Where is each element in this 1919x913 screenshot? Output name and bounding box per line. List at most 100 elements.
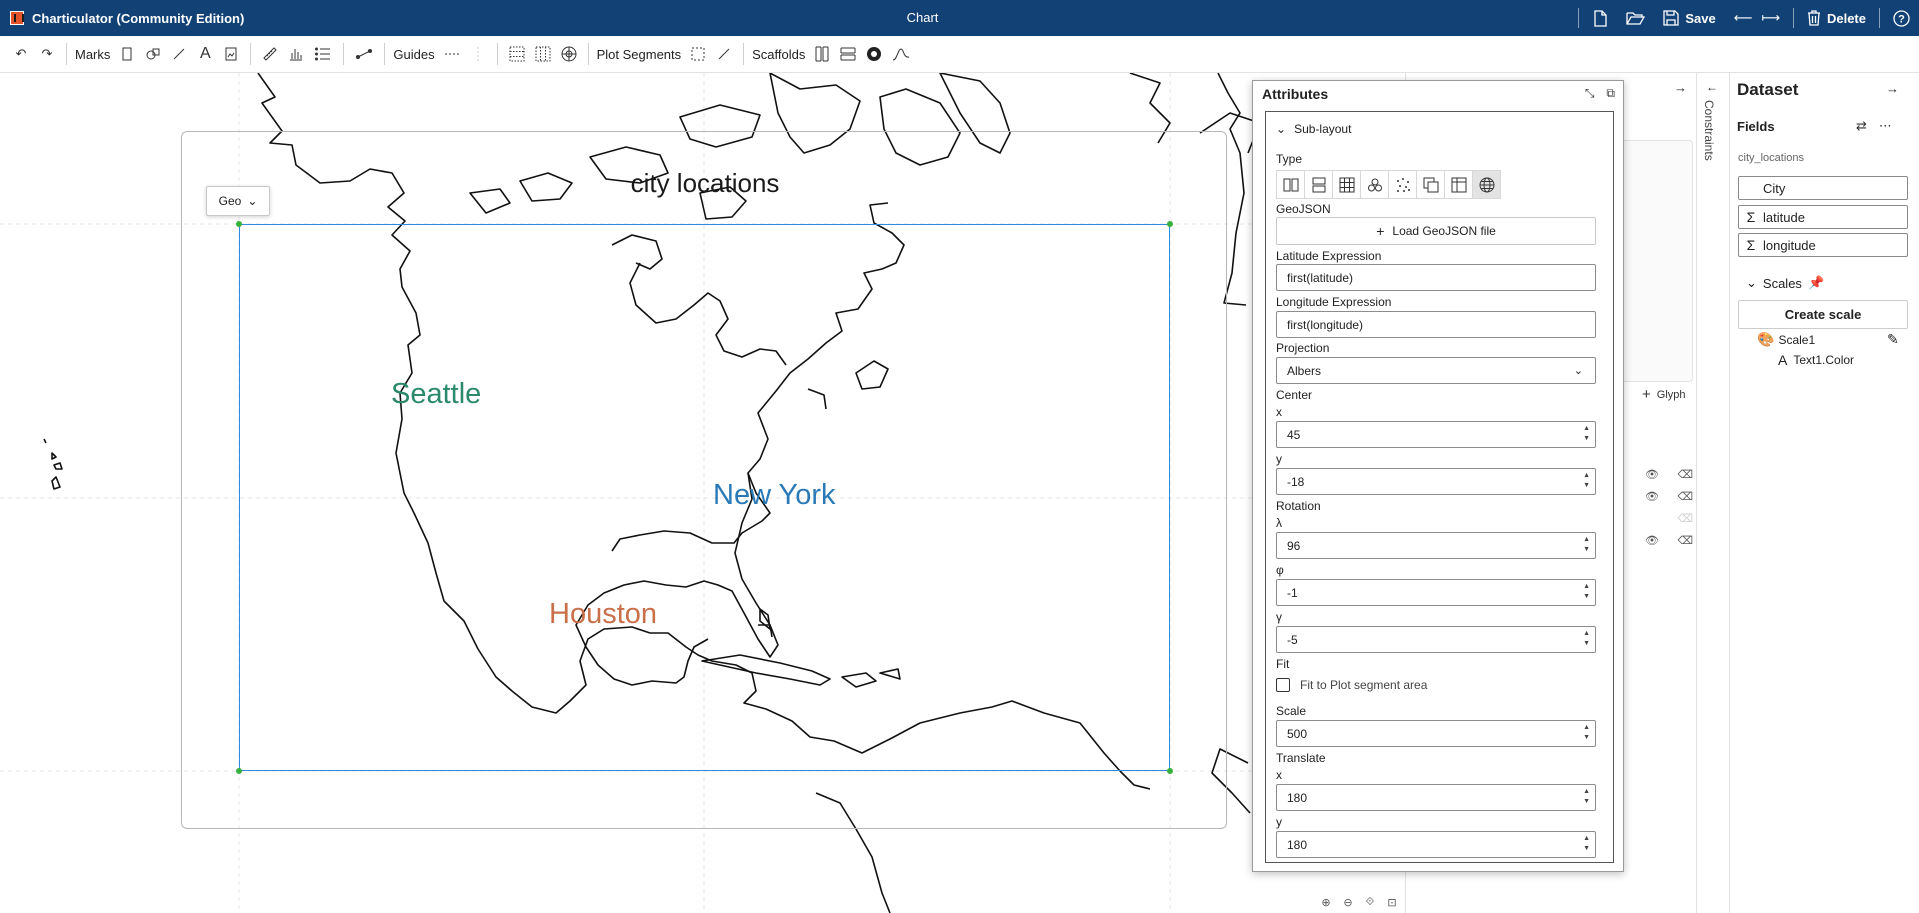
city-label-seattle[interactable]: Seattle	[391, 378, 481, 411]
zoom-fit-button[interactable]: ⟐	[1362, 895, 1378, 909]
redo-button[interactable]: ↷	[34, 39, 60, 69]
spinner-icon[interactable]: ▲ ▼	[1583, 723, 1590, 743]
scale-item[interactable]: 🎨 Scale1	[1757, 331, 1815, 348]
layout-overlap-button[interactable]	[1416, 170, 1445, 199]
collapse-panel-button[interactable]: →	[1674, 80, 1687, 95]
zoom-auto-button[interactable]: ⊡	[1384, 895, 1400, 909]
more-options-icon[interactable]: ⋯	[1879, 118, 1892, 134]
center-x-input[interactable]: 45 ▲ ▼	[1276, 421, 1596, 448]
rotation-lambda-input[interactable]: 96 ▲ ▼	[1276, 532, 1596, 559]
detach-window-icon[interactable]: ⧉	[1606, 86, 1615, 101]
line-segment-button[interactable]	[711, 39, 737, 69]
spinner-icon[interactable]: ▲ ▼	[1583, 471, 1590, 491]
pin-icon[interactable]: 📌	[1808, 275, 1824, 291]
resize-handle-bottom-left[interactable]	[236, 768, 242, 774]
guide-button[interactable]	[439, 39, 465, 69]
latitude-expression-input[interactable]: first(latitude)	[1276, 264, 1596, 291]
sub-layout-section-toggle[interactable]: ⌄ Sub-layout	[1276, 122, 1351, 136]
line-mark-button[interactable]	[166, 39, 192, 69]
resize-handle-top-right[interactable]	[1167, 221, 1173, 227]
redo-history-button[interactable]: ⟼	[1761, 0, 1789, 36]
help-button[interactable]: ?	[1884, 0, 1919, 36]
translate-x-input[interactable]: 180 ▲ ▼	[1276, 784, 1596, 811]
edit-scale-button[interactable]: ✎	[1887, 331, 1899, 348]
city-label-houston[interactable]: Houston	[549, 598, 657, 631]
center-y-input[interactable]: -18 ▲ ▼	[1276, 468, 1596, 495]
collapse-dataset-button[interactable]: →	[1886, 81, 1899, 96]
legend-button[interactable]	[309, 39, 337, 69]
field-options-icon[interactable]: ⇄	[1856, 118, 1867, 134]
layer-row[interactable]: 👁 ⌫	[1645, 534, 1693, 547]
horizontal-scaffold-button[interactable]	[809, 39, 835, 69]
icon-mark-button[interactable]	[218, 39, 244, 69]
constraints-panel[interactable]	[1696, 73, 1730, 913]
save-button[interactable]: Save	[1654, 0, 1724, 36]
spinner-icon[interactable]: ▲ ▼	[1583, 424, 1590, 444]
eraser-icon[interactable]: ⌫	[1677, 534, 1693, 547]
link-button[interactable]	[350, 39, 378, 69]
symbol-mark-button[interactable]	[140, 39, 166, 69]
grid-guide-button[interactable]	[504, 39, 530, 69]
polar-scaffold-button[interactable]	[861, 39, 887, 69]
spinner-icon[interactable]: ▲ ▼	[1583, 787, 1590, 807]
translate-y-input[interactable]: 180 ▲ ▼	[1276, 831, 1596, 858]
plot-segment-bounds[interactable]	[239, 224, 1170, 771]
chart-canvas[interactable]: city locations Geo ⌄ Seattle New York Ho…	[0, 73, 1405, 913]
vertical-scaffold-button[interactable]	[835, 39, 861, 69]
eye-icon[interactable]: 👁	[1645, 534, 1659, 547]
undo-history-button[interactable]: ⟵	[1725, 0, 1762, 36]
layout-table-button[interactable]	[1444, 170, 1473, 199]
scales-section-toggle[interactable]: ⌄ Scales 📌	[1746, 275, 1824, 291]
rect-mark-button[interactable]	[114, 39, 140, 69]
zoom-in-button[interactable]: ⊕	[1318, 895, 1334, 909]
layer-row[interactable]: 👁 ⌫	[1645, 468, 1693, 481]
text-mark-button[interactable]: A	[192, 39, 218, 69]
eye-icon[interactable]: 👁	[1645, 490, 1659, 503]
rotation-phi-input[interactable]: -1 ▲ ▼	[1276, 579, 1596, 606]
guide-vertical-button[interactable]	[465, 39, 491, 69]
eraser-icon[interactable]: ⌫	[1677, 468, 1693, 481]
constraints-label[interactable]: Constraints	[1702, 100, 1716, 161]
layout-grid-button[interactable]	[1332, 170, 1361, 199]
scale-binding[interactable]: A Text1.Color	[1778, 352, 1854, 368]
field-longitude[interactable]: Σ longitude	[1738, 233, 1908, 257]
layout-dodge-y-button[interactable]	[1304, 170, 1333, 199]
resize-handle-bottom-right[interactable]	[1167, 768, 1173, 774]
spinner-icon[interactable]: ▲ ▼	[1583, 582, 1590, 602]
create-scale-button[interactable]: Create scale	[1738, 300, 1908, 329]
minimize-icon[interactable]: ⤡	[1585, 86, 1595, 101]
chart-title[interactable]: city locations	[560, 168, 850, 199]
zoom-out-button[interactable]: ⊖	[1340, 895, 1356, 909]
spinner-icon[interactable]: ▲ ▼	[1583, 535, 1590, 555]
spinner-icon[interactable]: ▲ ▼	[1583, 834, 1590, 854]
new-button[interactable]	[1583, 0, 1617, 36]
open-button[interactable]	[1617, 0, 1654, 36]
projection-select[interactable]: Albers ⌄	[1276, 357, 1596, 384]
polar-guide-button[interactable]	[556, 39, 582, 69]
data-axis-button[interactable]	[257, 39, 283, 69]
undo-button[interactable]: ↶	[8, 39, 34, 69]
fit-to-plot-checkbox[interactable]: Fit to Plot segment area	[1276, 678, 1427, 692]
plot-segment-type-dropdown[interactable]: Geo ⌄	[206, 186, 270, 216]
add-glyph-button[interactable]: + Glyph	[1642, 386, 1686, 403]
arrow-left-icon[interactable]: ←	[1706, 80, 1718, 94]
layer-row[interactable]: ⌫	[1645, 512, 1693, 525]
longitude-expression-input[interactable]: first(longitude)	[1276, 311, 1596, 338]
layout-jitter-button[interactable]	[1388, 170, 1417, 199]
field-city[interactable]: City	[1738, 176, 1908, 200]
resize-handle-top-left[interactable]	[236, 221, 242, 227]
delete-button[interactable]: Delete	[1798, 0, 1875, 36]
field-latitude[interactable]: Σ latitude	[1738, 205, 1908, 229]
spinner-icon[interactable]: ▲ ▼	[1583, 629, 1590, 649]
layout-packing-button[interactable]	[1360, 170, 1389, 199]
region-2d-button[interactable]	[685, 39, 711, 69]
eye-icon[interactable]: 👁	[1645, 468, 1659, 481]
checkbox-unchecked-icon[interactable]	[1276, 678, 1290, 692]
curve-scaffold-button[interactable]	[887, 39, 915, 69]
city-label-new-york[interactable]: New York	[713, 479, 836, 512]
grid-guide-2-button[interactable]	[530, 39, 556, 69]
layer-row[interactable]: 👁 ⌫	[1645, 490, 1693, 503]
scale-input[interactable]: 500 ▲ ▼	[1276, 720, 1596, 747]
layout-geo-button[interactable]	[1472, 170, 1501, 199]
eraser-icon[interactable]: ⌫	[1677, 490, 1693, 503]
